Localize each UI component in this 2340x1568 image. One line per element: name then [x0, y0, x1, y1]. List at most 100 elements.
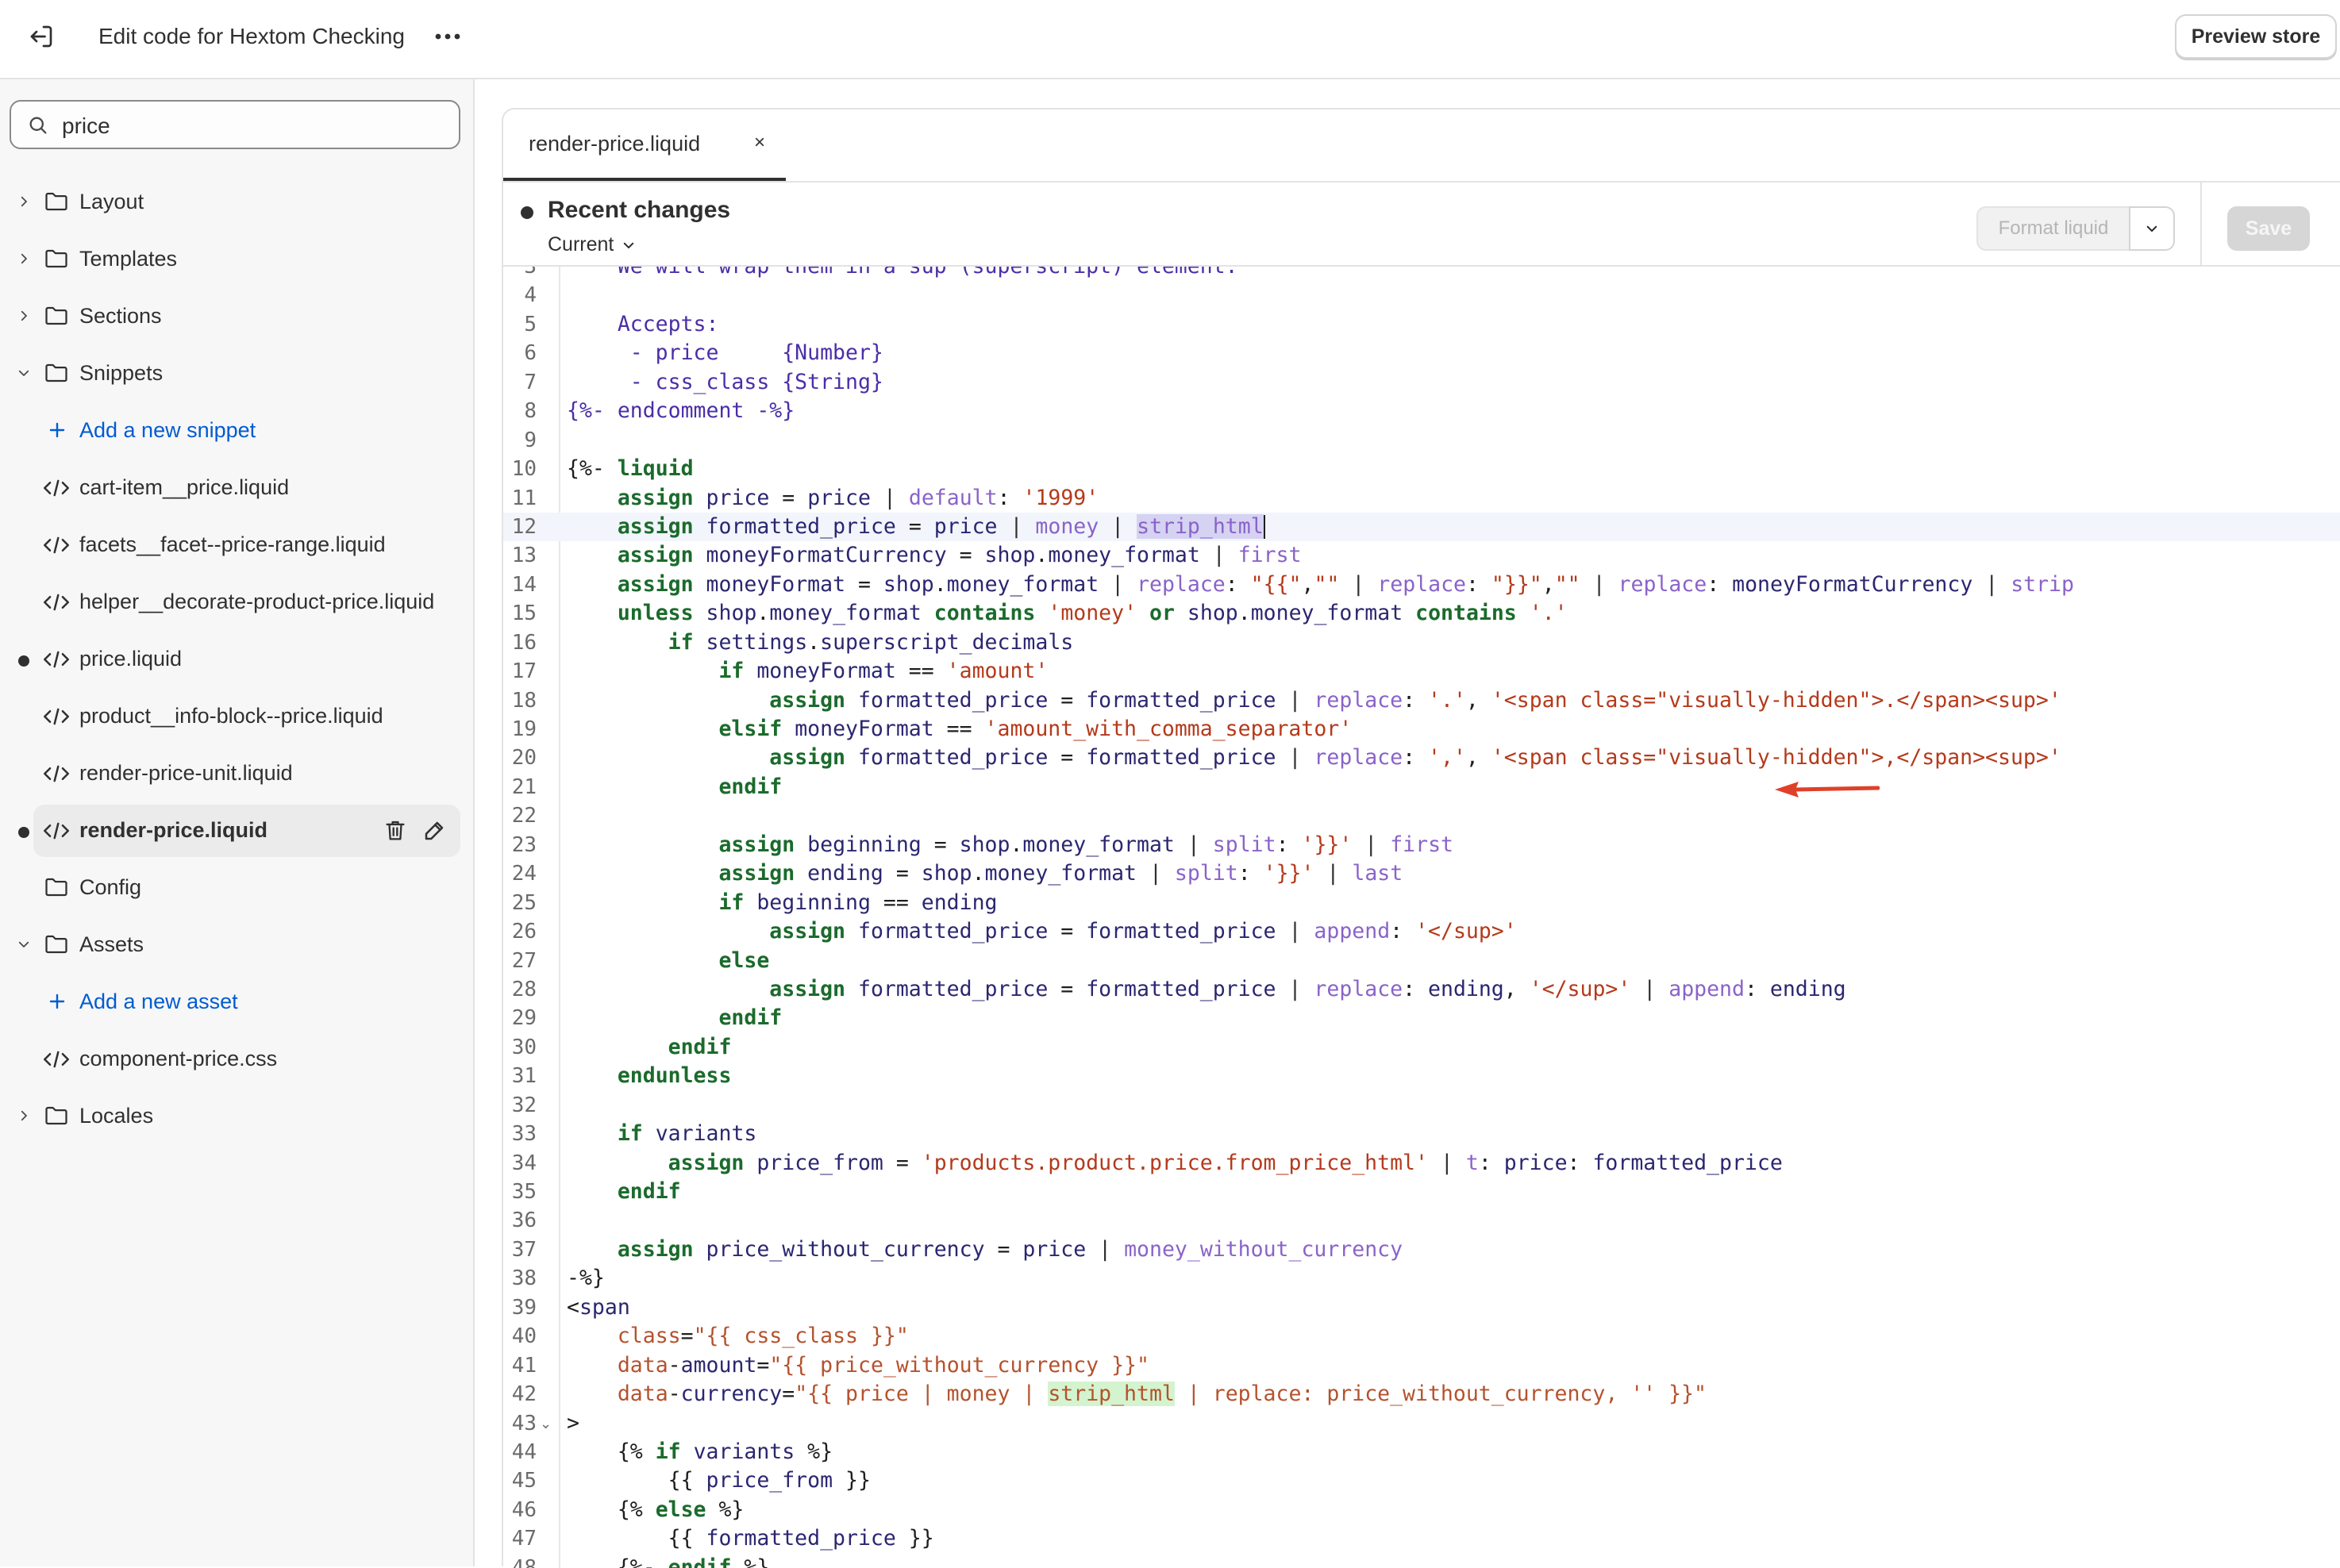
- file-item-price[interactable]: price.liquid: [0, 630, 475, 687]
- format-liquid-button[interactable]: Format liquid: [1976, 206, 2130, 251]
- line-number: 39: [511, 1295, 537, 1320]
- line-number: 7: [524, 370, 537, 394]
- folder-sections[interactable]: Sections: [0, 287, 475, 344]
- code-text: endif: [718, 774, 783, 799]
- folder-icon: [44, 248, 68, 274]
- folder-locales[interactable]: Locales: [0, 1087, 475, 1144]
- more-actions-button[interactable]: [429, 19, 467, 54]
- folder-layout[interactable]: Layout: [0, 173, 475, 230]
- pencil-icon[interactable]: [422, 819, 446, 847]
- add-asset-label: Add a new asset: [79, 989, 238, 1013]
- line-number: 33: [511, 1122, 537, 1147]
- code-file-icon: [43, 1049, 70, 1074]
- code-editor[interactable]: 3 We will wrap them in a sup (superscrip…: [503, 267, 2340, 1568]
- code-line: 35 endif: [503, 1178, 2340, 1206]
- code-text: - price {Number}: [567, 340, 883, 366]
- close-icon[interactable]: ×: [754, 132, 765, 154]
- code-text: unless shop.money_format contains 'money…: [617, 601, 1568, 626]
- line-number: 21: [511, 774, 537, 799]
- line-number: 34: [511, 1151, 537, 1175]
- save-button[interactable]: Save: [2227, 206, 2310, 251]
- code-text: endif: [718, 1005, 783, 1031]
- code-line: 13 assign moneyFormatCurrency = shop.mon…: [503, 541, 2340, 570]
- tab-render-price[interactable]: render-price.liquid ×: [503, 110, 786, 181]
- folder-templates[interactable]: Templates: [0, 230, 475, 287]
- file-item-facets-price-range[interactable]: facets__facet--price-range.liquid: [0, 516, 475, 573]
- file-item-cart-item-price[interactable]: cart-item__price.liquid: [0, 459, 475, 516]
- code-text: assign price_from = 'products.product.pr…: [668, 1150, 1783, 1175]
- code-text: if settings.superscript_decimals: [668, 629, 1074, 655]
- folder-snippets[interactable]: Snippets: [0, 344, 475, 402]
- line-number: 25: [511, 890, 537, 915]
- page-title: Edit code for Hextom Checking: [98, 24, 405, 48]
- search-input[interactable]: [60, 110, 445, 143]
- chevron-down-icon: [2146, 225, 2157, 233]
- code-file-icon: [43, 535, 70, 559]
- code-line: 22: [503, 801, 2340, 830]
- code-text: - css_class {String}: [567, 369, 883, 394]
- code-text: {%- liquid: [567, 456, 694, 482]
- plus-icon: [48, 992, 67, 1015]
- recent-changes-title: Recent changes: [548, 197, 731, 223]
- version-label: Current: [548, 233, 614, 256]
- folder-config[interactable]: Config: [0, 859, 475, 916]
- code-text: if variants: [617, 1121, 757, 1147]
- add-snippet-label: Add a new snippet: [79, 417, 256, 442]
- code-line: 44 {% if variants %}: [503, 1438, 2340, 1466]
- changes-bar: Recent changes Current Format liquid Sav…: [503, 183, 2340, 267]
- line-number: 8: [524, 399, 537, 424]
- exit-icon: [30, 25, 52, 48]
- code-line: 10 {%- liquid: [503, 455, 2340, 483]
- sidebar-item-label: Layout: [79, 189, 144, 213]
- code-text: assign formatted_price = formatted_price…: [769, 976, 1846, 1001]
- code-line: 23 assign beginning = shop.money_format …: [503, 831, 2340, 859]
- code-line: 3 We will wrap them in a sup (superscrip…: [503, 267, 2340, 281]
- folder-icon: [44, 362, 68, 388]
- code-text: endunless: [617, 1063, 732, 1089]
- code-line: 29 endif: [503, 1004, 2340, 1032]
- file-item-product-info-price[interactable]: product__info-block--price.liquid: [0, 687, 475, 744]
- exit-button[interactable]: [24, 19, 59, 54]
- line-number: 36: [511, 1209, 537, 1233]
- code-line: 34 assign price_from = 'products.product…: [503, 1149, 2340, 1178]
- code-file-icon: [43, 592, 70, 617]
- code-line: 43 ⌄ >: [503, 1409, 2340, 1438]
- code-text: data-currency="{{ price | money | strip_…: [617, 1382, 1707, 1407]
- fold-chevron-icon[interactable]: ⌄: [540, 1409, 552, 1438]
- folder-icon: [44, 1105, 68, 1131]
- plus-icon: [48, 421, 67, 444]
- code-file-icon: [43, 478, 70, 502]
- modified-indicator: [18, 655, 29, 667]
- version-select[interactable]: Current: [548, 233, 636, 256]
- code-line: 39 <span: [503, 1293, 2340, 1322]
- file-item-render-price-unit[interactable]: render-price-unit.liquid: [0, 744, 475, 801]
- code-text: assign formatted_price = formatted_price…: [769, 919, 1517, 944]
- code-file-icon: [43, 649, 70, 674]
- code-text: {%- endif %}: [567, 1555, 770, 1568]
- add-snippet-link[interactable]: Add a new snippet: [0, 402, 475, 459]
- line-number: 3: [524, 267, 537, 279]
- code-line: 45 {{ price_from }}: [503, 1466, 2340, 1495]
- toolbar-divider: [2200, 183, 2202, 265]
- line-number: 44: [511, 1439, 537, 1464]
- code-file-icon: [43, 763, 70, 788]
- code-text: assign price_without_currency = price | …: [617, 1236, 1403, 1262]
- line-number: 24: [511, 862, 537, 886]
- line-number: 43: [511, 1411, 537, 1435]
- sidebar-item-label: product__info-block--price.liquid: [79, 703, 383, 728]
- file-item-render-price[interactable]: render-price.liquid: [0, 801, 475, 859]
- line-number: 10: [511, 457, 537, 482]
- preview-store-button[interactable]: Preview store: [2175, 14, 2337, 59]
- code-text: if moneyFormat == 'amount': [718, 659, 1049, 684]
- add-asset-link[interactable]: Add a new asset: [0, 973, 475, 1030]
- format-options-button[interactable]: [2129, 206, 2175, 251]
- folder-icon: [44, 933, 68, 959]
- code-line: 33 if variants: [503, 1120, 2340, 1148]
- file-item-component-price-css[interactable]: component-price.css: [0, 1030, 475, 1087]
- folder-assets[interactable]: Assets: [0, 916, 475, 973]
- sidebar-item-label: price.liquid: [79, 646, 183, 671]
- file-item-helper-decorate-price[interactable]: helper__decorate-product-price.liquid: [0, 573, 475, 630]
- trash-icon[interactable]: [384, 819, 406, 847]
- folder-icon: [44, 876, 68, 902]
- line-number: 31: [511, 1064, 537, 1089]
